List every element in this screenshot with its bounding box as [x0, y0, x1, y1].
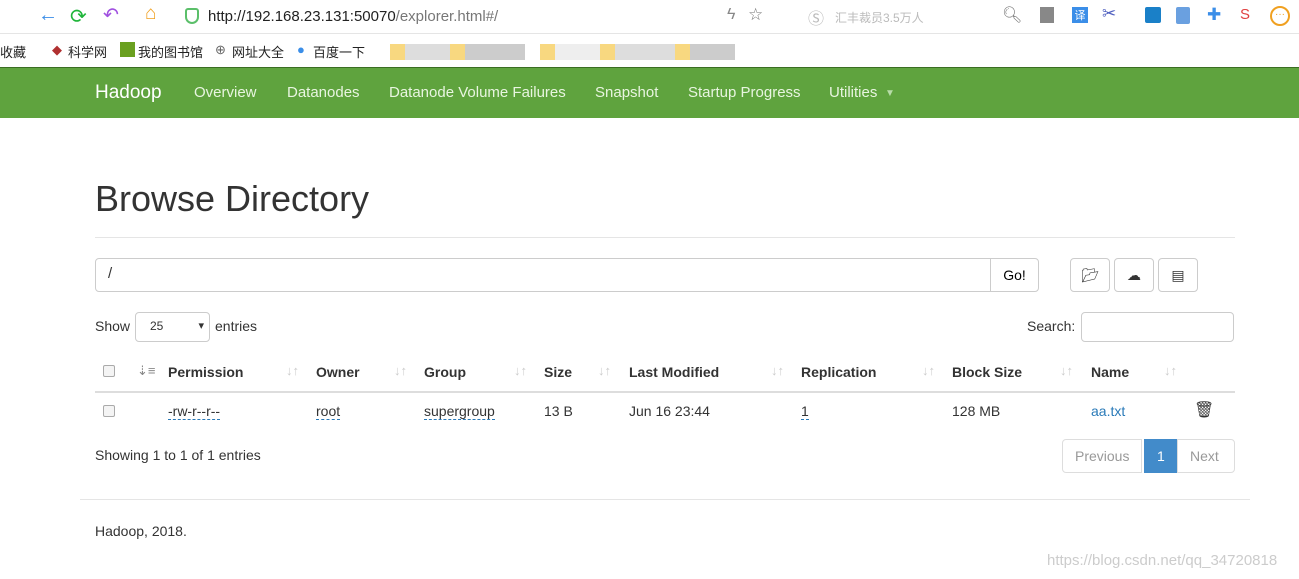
nav-volume-failures[interactable]: Datanode Volume Failures — [389, 84, 566, 101]
entries-label: entries — [215, 318, 258, 334]
cut-paste-button[interactable]: ▤ — [1158, 258, 1198, 292]
zoom-tool-icon[interactable] — [1145, 7, 1161, 23]
header-group[interactable]: Group — [424, 364, 466, 380]
sort-icon[interactable]: ↓↑ — [394, 363, 407, 378]
header-permission[interactable]: Permission — [168, 364, 243, 380]
bookmark-icon: ◆ — [52, 42, 62, 57]
globe-icon: ⊕ — [215, 42, 226, 57]
scissors-icon[interactable]: ✂ — [1102, 4, 1116, 24]
search-input[interactable] — [1081, 312, 1234, 342]
nav-utilities[interactable]: Utilities — [829, 84, 877, 101]
sort-icon[interactable]: ↓↑ — [1164, 363, 1177, 378]
home-icon[interactable]: ⌂ — [145, 3, 156, 25]
upload-button[interactable]: ☁ — [1114, 258, 1154, 292]
create-directory-button[interactable]: 📂︎ — [1070, 258, 1110, 292]
nav-startup-progress[interactable]: Startup Progress — [688, 84, 801, 101]
more-icon[interactable]: ··· — [1270, 6, 1290, 26]
divider — [95, 237, 1235, 238]
back-icon[interactable]: ← — [38, 4, 58, 27]
address-bar-row: ← ⟳ ↶ ⌂ http://192.168.23.131:50070/expl… — [0, 0, 1299, 34]
row-checkbox[interactable] — [103, 405, 115, 417]
header-divider — [95, 391, 1235, 393]
entries-select[interactable]: 25 — [135, 312, 210, 342]
go-button[interactable]: Go! — [990, 258, 1039, 292]
nav-datanodes[interactable]: Datanodes — [287, 84, 360, 101]
sort-icon[interactable]: ↓↑ — [598, 363, 611, 378]
shield-icon — [185, 8, 199, 24]
next-button[interactable]: Next — [1177, 439, 1235, 473]
page-1-button[interactable]: 1 — [1144, 439, 1178, 473]
footer-text: Hadoop, 2018. — [95, 523, 187, 539]
undo-icon[interactable]: ↶ — [103, 4, 119, 27]
entries-value: 25 — [150, 319, 164, 333]
bookmark-item[interactable]: 我的图书馆 — [138, 42, 203, 61]
path-input[interactable]: / — [95, 258, 991, 292]
bookmark-item[interactable]: 科学网 — [68, 42, 107, 61]
weibo-icon[interactable]: S — [1240, 6, 1250, 23]
trash-icon[interactable]: 🗑︎ — [1194, 400, 1214, 420]
star-icon[interactable]: ☆ — [748, 5, 763, 25]
sort-icon[interactable]: ↓↑ — [771, 363, 784, 378]
header-owner[interactable]: Owner — [316, 364, 360, 380]
library-icon — [120, 42, 135, 57]
search-hint[interactable]: 汇丰裁员3.5万人 — [835, 9, 924, 26]
permission-cell[interactable]: -rw-r--r-- — [168, 403, 221, 420]
sort-icon[interactable]: ⇣≡ — [137, 363, 155, 379]
header-block-size[interactable]: Block Size — [952, 364, 1022, 380]
navbar: Hadoop Overview Datanodes Datanode Volum… — [0, 67, 1299, 118]
translate-icon[interactable]: 译 — [1072, 7, 1088, 23]
url-field[interactable]: http://192.168.23.131:50070/explorer.htm… — [208, 8, 498, 25]
previous-button[interactable]: Previous — [1062, 439, 1143, 473]
size-cell: 13 B — [544, 403, 573, 419]
sort-icon[interactable]: ↓↑ — [922, 363, 935, 378]
sort-icon[interactable]: ↓↑ — [286, 363, 299, 378]
bookmark-favorites[interactable]: 收藏 — [0, 42, 26, 61]
sort-icon[interactable]: ↓↑ — [514, 363, 527, 378]
header-last-modified[interactable]: Last Modified — [629, 364, 719, 380]
header-replication[interactable]: Replication — [801, 364, 876, 380]
replication-cell[interactable]: 1 — [801, 403, 809, 420]
phone-icon[interactable] — [1176, 7, 1190, 24]
search-engine-icon: Ⓢ — [808, 11, 825, 28]
bookmark-item[interactable]: 百度一下 — [313, 42, 365, 61]
file-name-link[interactable]: aa.txt — [1091, 403, 1125, 419]
modified-cell: Jun 16 23:44 — [629, 403, 710, 419]
search-label: Search: — [1027, 318, 1076, 334]
bookmark-item[interactable]: 网址大全 — [232, 42, 284, 61]
nav-snapshot[interactable]: Snapshot — [595, 84, 658, 101]
caret-down-icon: ▼ — [885, 88, 895, 99]
header-name[interactable]: Name — [1091, 364, 1129, 380]
sort-icon[interactable]: ↓↑ — [1060, 363, 1073, 378]
brand[interactable]: Hadoop — [95, 82, 162, 104]
show-label: Show — [95, 318, 131, 334]
cloud-upload-icon: ☁ — [1127, 267, 1141, 283]
blurred-bookmarks — [375, 44, 735, 60]
puzzle-icon[interactable]: ✚ — [1207, 5, 1221, 25]
page-title: Browse Directory — [95, 178, 370, 219]
list-alt-icon: ▤ — [1171, 267, 1185, 283]
baidu-icon: ● — [297, 42, 305, 57]
table-info: Showing 1 to 1 of 1 entries — [95, 447, 261, 463]
block-size-cell: 128 MB — [952, 403, 1001, 419]
owner-cell[interactable]: root — [316, 403, 341, 420]
refresh-icon[interactable]: ⟳ — [70, 4, 87, 29]
folder-open-icon: 📂︎ — [1081, 267, 1099, 283]
search-icon[interactable]: 🔍︎ — [1002, 5, 1022, 25]
browser-chrome: ← ⟳ ↶ ⌂ http://192.168.23.131:50070/expl… — [0, 0, 1299, 67]
select-all-checkbox[interactable] — [103, 365, 115, 377]
lightning-icon[interactable]: ϟ — [727, 6, 735, 24]
watermark: https://blog.csdn.net/qq_34720818 — [1047, 552, 1278, 569]
footer-divider — [80, 499, 1250, 500]
header-size[interactable]: Size — [544, 364, 572, 380]
group-cell[interactable]: supergroup — [424, 403, 495, 420]
nav-overview[interactable]: Overview — [194, 84, 257, 101]
download-icon[interactable] — [1040, 7, 1054, 23]
